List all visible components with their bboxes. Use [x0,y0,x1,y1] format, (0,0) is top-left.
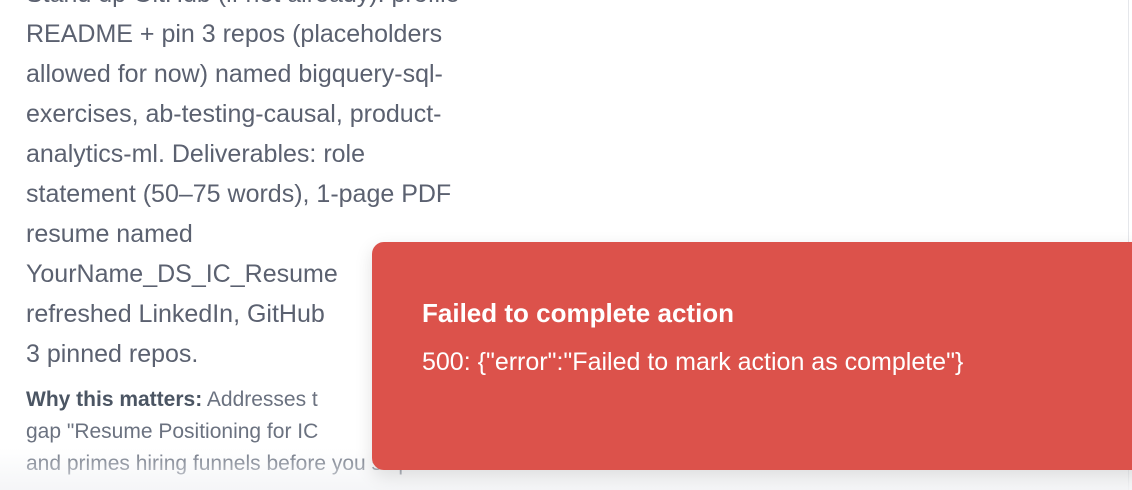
toast-title: Failed to complete action [422,298,735,328]
why-label: Why this matters: [26,388,203,411]
toast-message: 500: {"error":"Failed to mark action as … [422,348,964,376]
description-line: exercises, ab-testing-causal, product- [26,100,442,128]
description-line: statement (50–75 words), 1-page PDF [26,180,452,208]
description-line: analytics-ml. Deliverables: role [26,140,366,168]
error-toast[interactable]: Failed to complete action 500: {"error":… [372,242,1132,470]
description-line: README + pin 3 repos (placeholders [26,20,443,48]
description-line: allowed for now) named bigquery-sql- [26,60,443,88]
description-line: Stand up GitHub (if not already): profil… [26,0,566,14]
page: Stand up GitHub (if not already): profil… [0,0,1132,490]
why-text: Addresses t [202,388,318,411]
